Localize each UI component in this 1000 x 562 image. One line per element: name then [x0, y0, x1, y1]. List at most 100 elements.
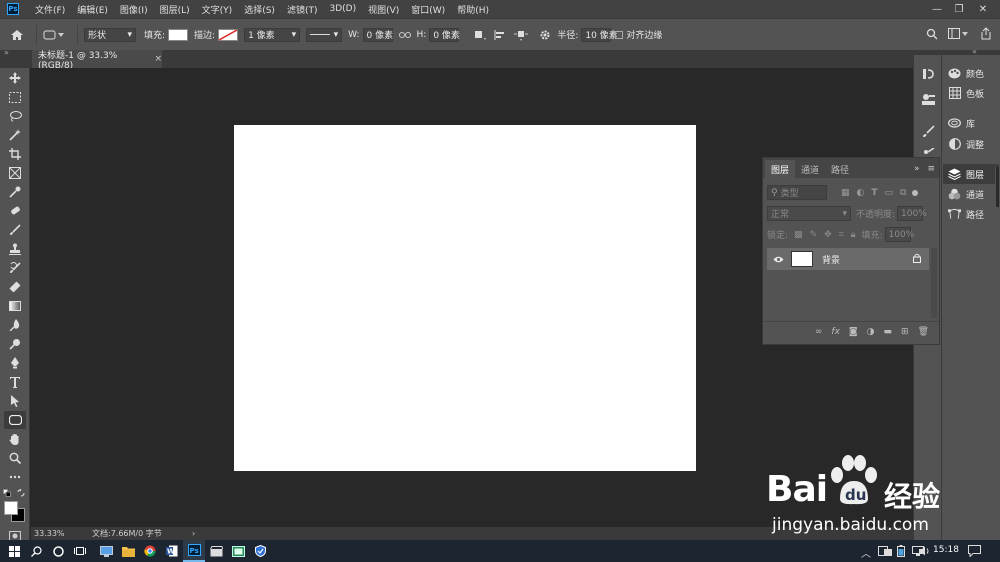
dock-item-libraries[interactable]: 库 — [948, 114, 975, 132]
menu-help[interactable]: 帮助(H) — [451, 3, 495, 16]
close-window-button[interactable]: ✕ — [972, 0, 994, 18]
blend-mode-select[interactable]: 正常 ▾ — [767, 206, 851, 221]
file-explorer-icon[interactable] — [117, 540, 139, 562]
security-shield-icon[interactable] — [249, 540, 271, 562]
menu-view[interactable]: 视图(V) — [362, 3, 405, 16]
dodge-tool-icon[interactable] — [7, 336, 23, 352]
eraser-tool-icon[interactable] — [7, 279, 23, 295]
lock-artboard-icon[interactable]: ⌗ — [839, 230, 844, 240]
type-filter-icon[interactable]: T — [871, 188, 877, 198]
foreground-color-swatch[interactable] — [4, 501, 18, 515]
dock-item-layers[interactable]: 图层 — [943, 164, 999, 184]
layers-scrollbar[interactable] — [931, 248, 937, 318]
crop-tool-icon[interactable] — [7, 146, 23, 162]
radius-field[interactable]: 10 像素 — [581, 27, 618, 42]
word-icon[interactable]: W — [161, 540, 183, 562]
tool-preset-picker[interactable] — [43, 29, 65, 41]
shape-mode-select[interactable]: 形状 ▾ — [84, 27, 136, 42]
document-tab[interactable]: 未标题-1 @ 33.3%(RGB/8) × — [32, 50, 162, 71]
tab-paths[interactable]: 路径 — [825, 160, 855, 178]
link-dimensions-icon[interactable] — [398, 31, 411, 39]
smart-object-filter-icon[interactable]: ⧉ — [900, 188, 906, 198]
lock-position-icon[interactable]: ✥ — [824, 230, 832, 240]
fill-swatch[interactable] — [168, 28, 189, 41]
menu-3d[interactable]: 3D(D) — [323, 4, 362, 14]
collapse-arrows-icon[interactable]: » — [4, 48, 9, 57]
align-edges-checkbox[interactable]: 对齐边缘 — [615, 28, 662, 41]
pen-tool-icon[interactable] — [7, 355, 23, 371]
image-viewer-icon[interactable] — [227, 540, 249, 562]
type-tool-icon[interactable] — [7, 374, 23, 390]
rounded-rectangle-tool-icon[interactable] — [4, 411, 26, 429]
brush-settings-icon[interactable] — [922, 125, 935, 141]
tab-channels[interactable]: 通道 — [795, 160, 825, 178]
eyedropper-tool-icon[interactable] — [7, 184, 23, 200]
volume-icon[interactable] — [919, 546, 930, 559]
dock-item-color[interactable]: 颜色 — [948, 64, 984, 82]
menu-file[interactable]: 文件(F) — [29, 3, 71, 16]
layer-row[interactable]: 背景 — [767, 248, 929, 270]
magic-wand-tool-icon[interactable] — [7, 127, 23, 143]
path-selection-tool-icon[interactable] — [7, 393, 23, 409]
more-tools-icon[interactable] — [7, 469, 23, 485]
adjustment-layer-icon[interactable]: ◑ — [867, 327, 875, 337]
task-view-icon[interactable] — [69, 540, 91, 562]
path-alignment-icon[interactable] — [493, 29, 507, 41]
dock-item-channels[interactable]: 通道 — [948, 185, 984, 203]
stroke-type-select[interactable]: ▾ — [306, 27, 343, 42]
stroke-swatch[interactable] — [218, 28, 239, 41]
opacity-field[interactable]: 100% — [897, 206, 927, 221]
tab-layers[interactable]: 图层 — [765, 160, 796, 178]
pixel-filter-icon[interactable]: ▦ — [841, 188, 850, 198]
shape-filter-icon[interactable]: ▭ — [885, 188, 894, 198]
cortana-icon[interactable] — [47, 540, 69, 562]
dock-item-swatches[interactable]: 色板 — [948, 84, 984, 102]
zoom-tool-icon[interactable] — [7, 450, 23, 466]
dock-scroll-grip[interactable] — [995, 167, 999, 207]
minimize-button[interactable]: — — [926, 0, 948, 18]
workspace-switcher-icon[interactable] — [948, 28, 968, 43]
frame-tool-icon[interactable] — [7, 165, 23, 181]
notifications-icon[interactable] — [968, 545, 981, 560]
clone-stamp-tool-icon[interactable] — [7, 241, 23, 257]
panel-menu-icon[interactable]: ≡ — [927, 164, 935, 174]
layer-filter-select[interactable]: ⚲ 类型 — [767, 185, 827, 200]
lock-transparency-icon[interactable]: ▩ — [794, 230, 803, 240]
marquee-tool-icon[interactable] — [7, 89, 23, 105]
filter-toggle-icon[interactable] — [912, 189, 919, 196]
menu-edit[interactable]: 编辑(E) — [71, 3, 114, 16]
new-layer-icon[interactable]: ⊞ — [901, 327, 909, 337]
trash-icon[interactable]: 🗑︎ — [918, 327, 929, 337]
clock-time[interactable]: 15:18 — [933, 545, 959, 555]
close-tab-icon[interactable]: × — [154, 54, 162, 64]
lock-all-icon[interactable]: 🔒︎ — [851, 230, 856, 240]
brush-tool-icon[interactable] — [7, 222, 23, 238]
eye-icon[interactable] — [771, 256, 785, 263]
brush-presets-icon[interactable] — [922, 147, 935, 157]
collapse-panel-icon[interactable]: » — [914, 164, 920, 174]
mask-icon[interactable]: ◙ — [849, 327, 858, 337]
path-arrangement-icon[interactable] — [513, 29, 529, 41]
collapse-dock-icon[interactable]: « — [972, 47, 977, 56]
dock-item-adjustments[interactable]: 调整 — [948, 135, 984, 153]
status-menu-arrow-icon[interactable]: › — [192, 529, 195, 538]
swap-colors-icon[interactable] — [17, 488, 25, 500]
link-icon[interactable]: ∞ — [815, 327, 823, 337]
default-colors-icon[interactable] — [3, 489, 11, 500]
search-icon[interactable] — [926, 28, 938, 43]
menu-layer[interactable]: 图层(L) — [154, 3, 196, 16]
menu-filter[interactable]: 滤镜(T) — [281, 3, 324, 16]
menu-window[interactable]: 窗口(W) — [405, 3, 451, 16]
group-icon[interactable]: ▬ — [884, 327, 893, 337]
windows-start-icon[interactable] — [3, 540, 25, 562]
battery-icon[interactable] — [897, 545, 905, 560]
adjustment-filter-icon[interactable]: ◐ — [857, 188, 865, 198]
fx-icon[interactable]: fx — [831, 327, 840, 337]
fill-field[interactable]: 100% — [884, 227, 914, 242]
home-icon[interactable] — [10, 29, 24, 41]
tray-app-icon[interactable] — [878, 546, 892, 559]
stroke-width-field[interactable]: 1 像素 ▾ — [244, 27, 301, 42]
dock-item-paths[interactable]: 路径 — [948, 205, 984, 223]
menu-select[interactable]: 选择(S) — [238, 3, 281, 16]
gear-icon[interactable] — [539, 29, 551, 41]
